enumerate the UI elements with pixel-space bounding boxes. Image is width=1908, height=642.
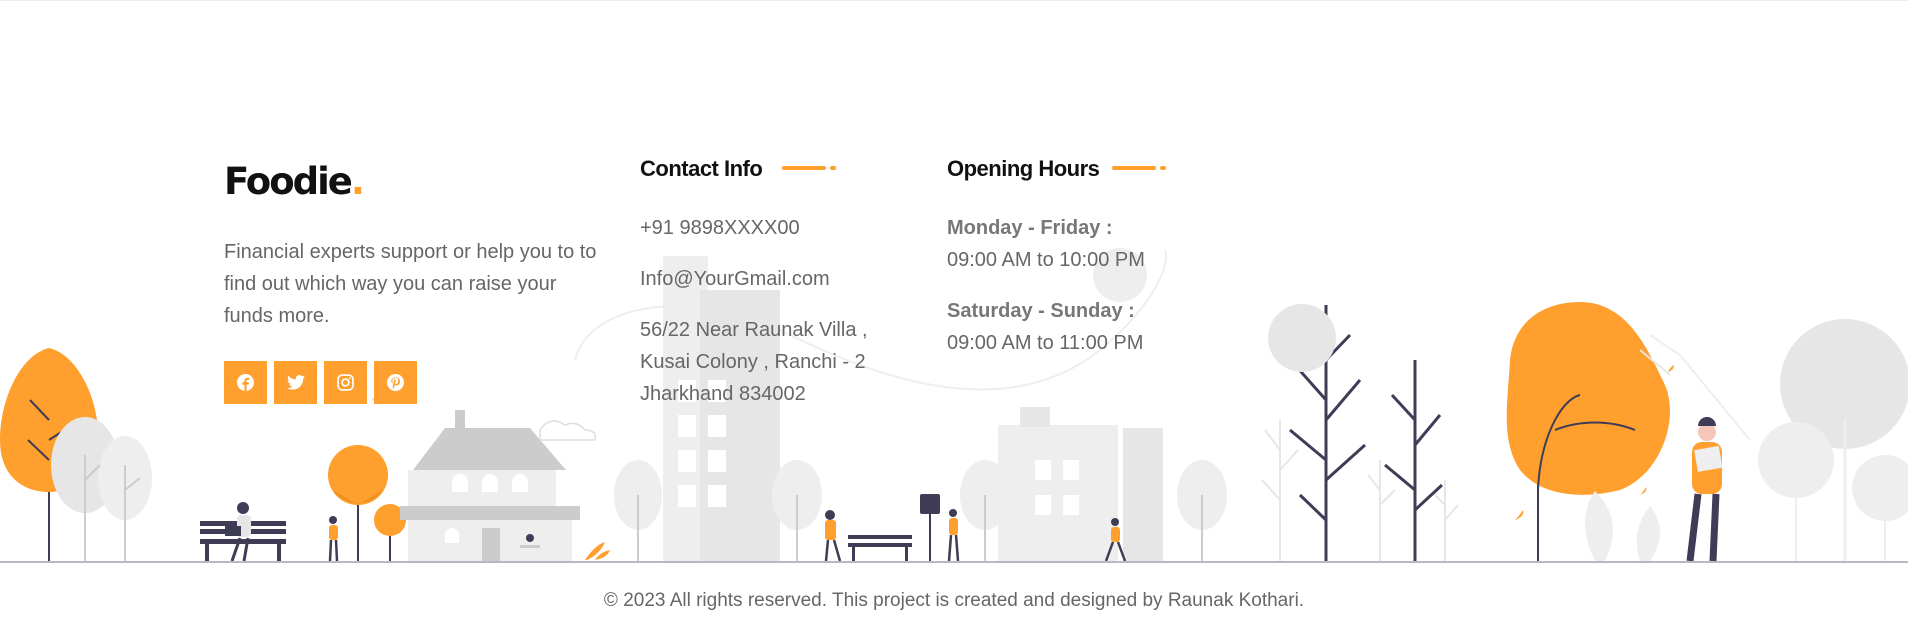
social-links [224, 361, 417, 404]
contact-address-line3: Jharkhand 834002 [640, 383, 806, 405]
pinterest-button[interactable] [374, 361, 417, 404]
contact-address-line2: Kusai Colony , Ranchi - 2 [640, 351, 866, 373]
contact-email[interactable]: Info@YourGmail.com [640, 263, 830, 295]
facebook-button[interactable] [224, 361, 267, 404]
ground-line [0, 561, 1908, 563]
about-description: Financial experts support or help you to… [224, 241, 597, 327]
instagram-button[interactable] [324, 361, 367, 404]
brand-name: Foodie [224, 160, 353, 203]
twitter-icon [286, 375, 305, 390]
weekend-time: 09:00 AM to 11:00 PM [947, 332, 1144, 354]
weekend-label: Saturday - Sunday : [947, 300, 1135, 322]
brand-logo[interactable]: Foodie. [224, 160, 365, 203]
twitter-button[interactable] [274, 361, 317, 404]
contact-phone[interactable]: +91 9898XXXX00 [640, 212, 800, 244]
pinterest-icon [387, 374, 404, 391]
contact-address-line1: 56/22 Near Raunak Villa , [640, 319, 868, 341]
copyright-text: © 2023 All rights reserved. This project… [603, 590, 1305, 611]
contact-title-underline [782, 166, 838, 170]
instagram-icon [337, 374, 354, 391]
facebook-icon [237, 374, 254, 391]
contact-title: Contact Info [640, 156, 763, 181]
brand-dot: . [350, 160, 365, 203]
hours-title: Opening Hours [947, 156, 1100, 181]
weekday-time: 09:00 AM to 10:00 PM [947, 249, 1145, 271]
hours-title-underline [1112, 166, 1168, 170]
weekday-label: Monday - Friday : [947, 217, 1113, 239]
